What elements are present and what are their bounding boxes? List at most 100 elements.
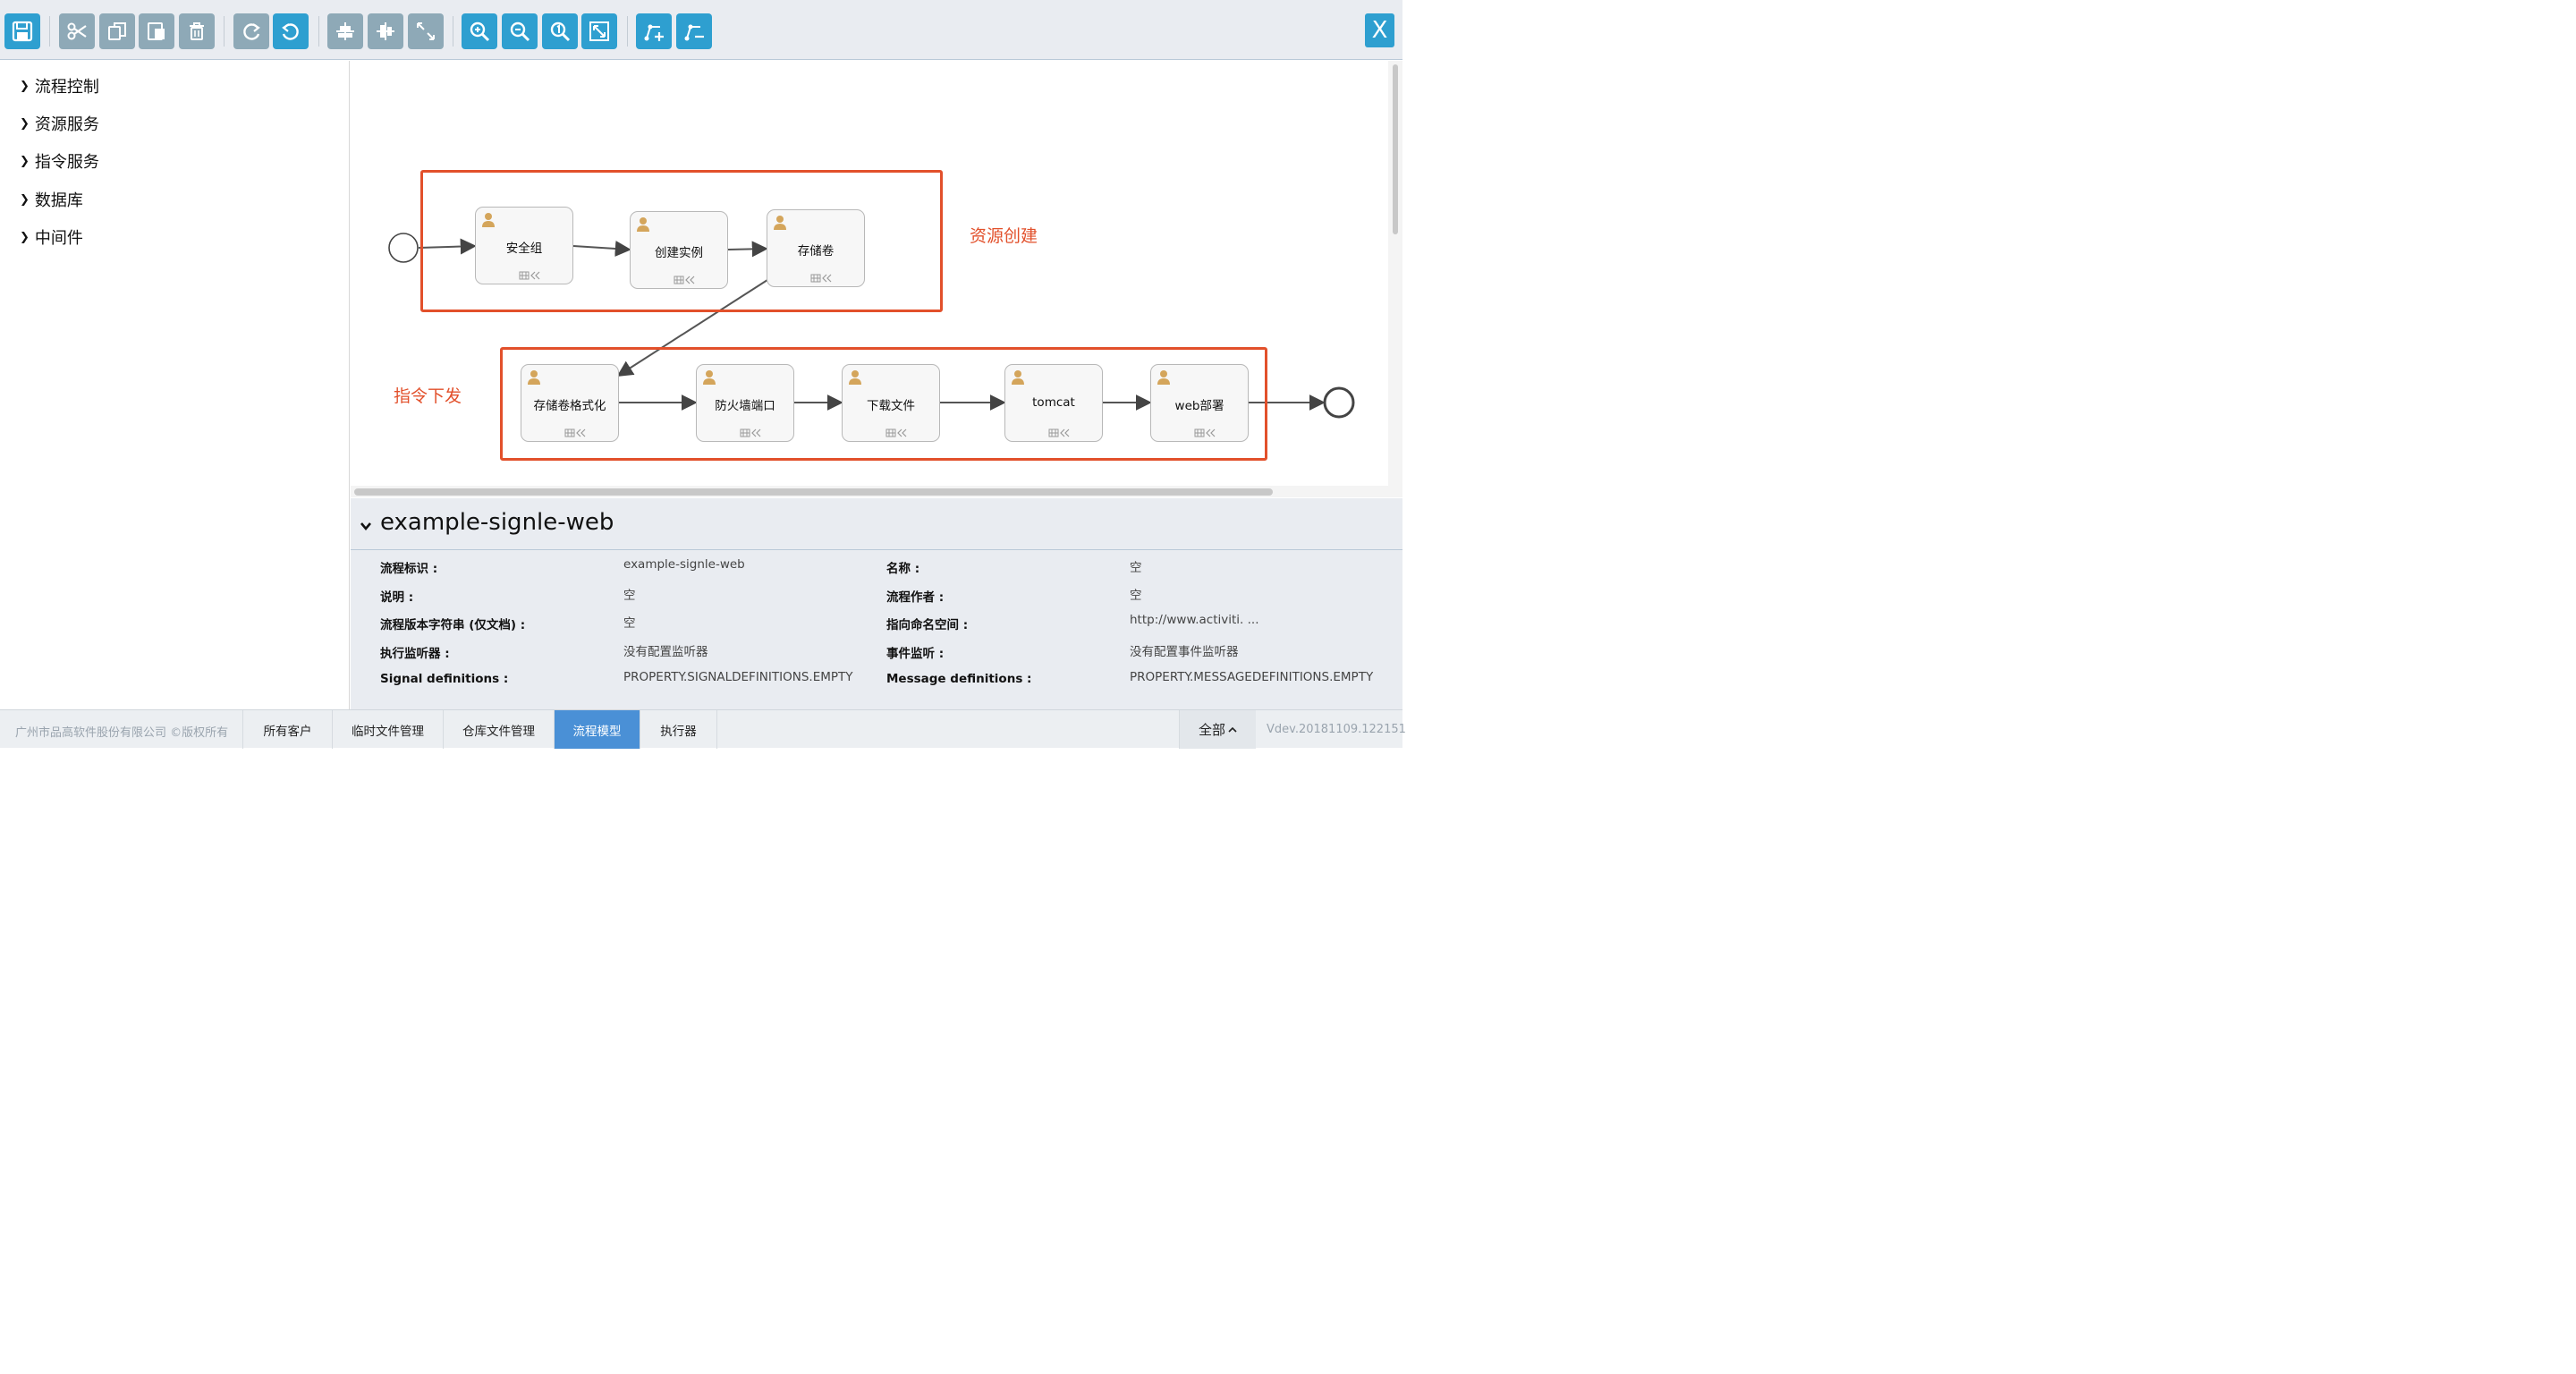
- property-key: 流程标识 :: [380, 562, 438, 576]
- chevron-down-icon[interactable]: [360, 520, 372, 532]
- property-value[interactable]: 空: [1130, 585, 1380, 603]
- property-value[interactable]: 没有配置事件监听器: [1130, 641, 1380, 659]
- user-icon: [482, 213, 495, 227]
- undo-button[interactable]: [273, 13, 309, 49]
- sidebar-item-resource-service[interactable]: ❯ 资源服务: [20, 111, 99, 136]
- remove-bendpoint-icon: [684, 24, 704, 41]
- zoom-actual-button[interactable]: [542, 13, 578, 49]
- task-label: tomcat: [1032, 395, 1075, 410]
- process-title: example-signle-web: [380, 509, 614, 536]
- save-icon: [12, 21, 33, 42]
- properties-header[interactable]: example-signle-web: [351, 498, 1402, 550]
- remove-bendpoint-button[interactable]: [676, 13, 712, 49]
- delete-button[interactable]: [179, 13, 215, 49]
- vertical-scrollbar-thumb[interactable]: [1393, 64, 1398, 234]
- sidebar-item-label: 流程控制: [34, 78, 99, 97]
- tab-all-customers[interactable]: 所有客户: [242, 710, 332, 749]
- copy-icon: [108, 22, 126, 40]
- version-text: Vdev.20181109.122151: [1267, 723, 1406, 736]
- zoom-out-button[interactable]: [502, 13, 538, 49]
- tab-repository-files[interactable]: 仓库文件管理: [443, 710, 554, 749]
- task-label: 防火墙端口: [715, 399, 775, 413]
- property-value[interactable]: 空: [623, 613, 865, 631]
- align-vertical-button[interactable]: [368, 13, 403, 49]
- user-task-node[interactable]: 创建实例: [630, 211, 728, 289]
- chevron-right-icon: ❯: [20, 230, 30, 244]
- tab-process-models[interactable]: 流程模型: [554, 710, 640, 749]
- copy-button[interactable]: [99, 13, 135, 49]
- start-event: [388, 233, 419, 263]
- same-size-button[interactable]: [408, 13, 444, 49]
- sidebar-item-command-service[interactable]: ❯ 指令服务: [20, 148, 99, 174]
- align-horizontal-button[interactable]: [327, 13, 363, 49]
- same-size-icon: [417, 22, 435, 40]
- diagram-canvas[interactable]: 资源创建 指令下发 安全组 创建实例 存储卷 存储卷格式化 防火墙端口 下载文件…: [351, 61, 1388, 497]
- chevron-right-icon: ❯: [20, 79, 30, 93]
- palette-sidebar: ❯ 流程控制 ❯ 资源服务 ❯ 指令服务 ❯ 数据库 ❯ 中间件: [0, 61, 350, 709]
- cut-button[interactable]: [59, 13, 95, 49]
- align-vertical-icon: [377, 22, 394, 40]
- zoom-actual-icon: [550, 21, 571, 42]
- command-dispatch-label: 指令下发: [394, 386, 462, 406]
- sidebar-item-database[interactable]: ❯ 数据库: [20, 187, 83, 212]
- filter-label: 全部: [1198, 722, 1225, 738]
- task-label: 存储卷: [797, 244, 835, 259]
- sidebar-item-label: 数据库: [34, 191, 83, 210]
- multi-instance-icon: [740, 428, 761, 437]
- close-button[interactable]: X: [1365, 13, 1394, 47]
- user-task-node[interactable]: 下载文件: [842, 364, 940, 442]
- redo-icon: [243, 23, 260, 40]
- property-value[interactable]: PROPERTY.MESSAGEDEFINITIONS.EMPTY: [1130, 670, 1384, 684]
- tab-executors[interactable]: 执行器: [640, 710, 717, 749]
- multi-instance-icon: [1048, 428, 1070, 437]
- user-icon: [1012, 370, 1024, 385]
- zoom-fit-button[interactable]: [581, 13, 617, 49]
- user-icon: [849, 370, 861, 385]
- user-task-node[interactable]: 存储卷: [767, 209, 865, 287]
- end-event: [1323, 386, 1355, 419]
- zoom-out-icon: [510, 21, 530, 42]
- undo-icon: [282, 23, 299, 40]
- sidebar-item-flow-control[interactable]: ❯ 流程控制: [20, 73, 99, 98]
- property-value[interactable]: 空: [1130, 557, 1380, 575]
- property-value[interactable]: example-signle-web: [623, 557, 865, 572]
- property-value[interactable]: http://www.activiti. ...: [1130, 613, 1380, 627]
- user-icon: [1157, 370, 1170, 385]
- zoom-in-button[interactable]: [462, 13, 497, 49]
- task-label: 下载文件: [867, 399, 915, 413]
- properties-panel: example-signle-web 流程标识 : example-signle…: [351, 498, 1402, 709]
- multi-instance-icon: [886, 428, 907, 437]
- redo-button[interactable]: [233, 13, 269, 49]
- task-label: 存储卷格式化: [533, 399, 606, 413]
- task-label: 创建实例: [655, 246, 703, 260]
- add-bendpoint-icon: [644, 24, 664, 41]
- chevron-right-icon: ❯: [20, 154, 30, 168]
- save-button[interactable]: [4, 13, 40, 49]
- paste-icon: [148, 22, 165, 40]
- horizontal-scrollbar-thumb[interactable]: [354, 488, 1273, 496]
- sidebar-item-middleware[interactable]: ❯ 中间件: [20, 225, 83, 250]
- multi-instance-icon: [1194, 428, 1216, 437]
- paste-button[interactable]: [139, 13, 174, 49]
- copyright-text: 广州市品高软件股份有限公司 ©版权所有: [15, 726, 229, 740]
- filter-dropdown[interactable]: 全部: [1179, 710, 1256, 749]
- tab-temp-files[interactable]: 临时文件管理: [332, 710, 443, 749]
- sidebar-item-label: 中间件: [34, 229, 83, 248]
- user-task-node[interactable]: tomcat: [1004, 364, 1103, 442]
- property-value[interactable]: 空: [623, 585, 865, 603]
- property-value[interactable]: PROPERTY.SIGNALDEFINITIONS.EMPTY: [623, 670, 865, 684]
- multi-instance-icon: [674, 276, 695, 284]
- user-icon: [528, 370, 540, 385]
- cut-icon: [67, 22, 87, 40]
- user-task-node[interactable]: 存储卷格式化: [521, 364, 619, 442]
- user-task-node[interactable]: 防火墙端口: [696, 364, 794, 442]
- property-value[interactable]: 没有配置监听器: [623, 641, 865, 659]
- sidebar-item-label: 资源服务: [34, 115, 99, 134]
- user-icon: [774, 216, 786, 230]
- chevron-right-icon: ❯: [20, 192, 30, 207]
- add-bendpoint-button[interactable]: [636, 13, 672, 49]
- user-task-node[interactable]: web部署: [1150, 364, 1249, 442]
- footer-bar: 广州市品高软件股份有限公司 ©版权所有 所有客户 临时文件管理 仓库文件管理 流…: [0, 709, 1406, 749]
- user-task-node[interactable]: 安全组: [475, 207, 573, 284]
- zoom-in-icon: [470, 21, 490, 42]
